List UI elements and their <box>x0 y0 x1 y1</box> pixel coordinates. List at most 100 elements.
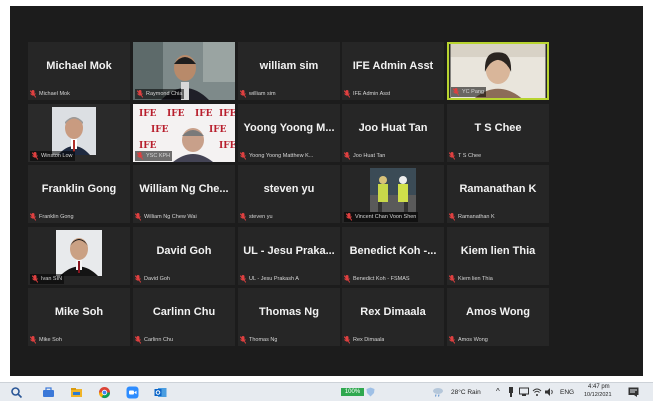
svg-text:IFE: IFE <box>219 141 235 151</box>
weather-text[interactable]: 28°C Rain <box>451 389 481 396</box>
participant-label: william sim <box>240 89 276 99</box>
participant-name: Ramanathan K <box>459 183 537 195</box>
participant-tile[interactable]: william sim william sim <box>238 42 340 100</box>
network-icon[interactable] <box>519 387 529 397</box>
participant-label: Raymond Chia <box>135 89 185 99</box>
file-explorer-icon[interactable] <box>70 386 83 399</box>
briefcase-icon[interactable] <box>42 386 55 399</box>
participant-label-text: Franklin Gong <box>39 214 74 220</box>
participant-tile[interactable]: IFE IFE IFE IFE IFE IFE IFE IFE YSC KPH <box>133 104 235 162</box>
participant-label: Benedict Koh - FSMAS <box>344 274 410 284</box>
participant-tile[interactable]: IFE Admin Asst IFE Admin Asst <box>342 42 444 100</box>
notification-icon[interactable] <box>628 387 639 397</box>
participant-label: Michael Mok <box>30 89 70 99</box>
participant-label-text: Michael Mok <box>39 91 70 97</box>
rain-cloud-icon <box>433 388 443 397</box>
participant-label: T S Chee <box>449 151 481 161</box>
participant-name: David Goh <box>156 245 212 257</box>
participant-label-text: IFE Admin Asst <box>353 91 391 97</box>
participant-tile[interactable]: Raymond Chia <box>133 42 235 100</box>
volume-icon[interactable] <box>544 387 555 397</box>
chrome-icon[interactable] <box>98 386 111 399</box>
chevron-up-icon[interactable]: ^ <box>496 387 500 396</box>
participant-tile[interactable]: UL - Jesu Praka... UL - Jesu Prakash A <box>238 227 340 285</box>
participant-label-text: Ivan SIN <box>41 276 63 282</box>
search-icon[interactable] <box>10 386 23 399</box>
participant-label: YC Pang <box>451 87 487 97</box>
svg-text:IFE: IFE <box>139 109 157 119</box>
clock-date[interactable]: 10/12/2021 <box>584 392 612 398</box>
shield-icon[interactable] <box>366 387 375 397</box>
participant-label-text: Mike Soh <box>39 337 62 343</box>
svg-text:IFE: IFE <box>151 125 169 135</box>
clock-time[interactable]: 4:47 pm <box>588 384 610 390</box>
participant-tile[interactable]: Kiem lien Thia Kiem lien Thia <box>447 227 549 285</box>
participant-tile[interactable]: Carlinn Chu Carlinn Chu <box>133 288 235 346</box>
svg-text:IFE: IFE <box>209 125 227 135</box>
participant-name: William Ng Che... <box>139 183 229 195</box>
svg-text:IFE: IFE <box>195 109 213 119</box>
participant-label: Carlinn Chu <box>135 335 173 345</box>
participant-tile[interactable]: YC Pang <box>447 42 549 100</box>
participant-tile[interactable]: Yoong Yoong M... Yoong Yoong Matthew K... <box>238 104 340 162</box>
participant-tile[interactable]: Ivan SIN <box>28 227 130 285</box>
battery-indicator[interactable]: 100% <box>341 388 364 396</box>
participant-tile[interactable]: William Ng Che... William Ng Chew Wai <box>133 165 235 223</box>
participant-label: YSC KPH <box>135 151 173 161</box>
participant-tile[interactable]: Vincent Chan Voon Shen <box>342 165 444 223</box>
participant-name: Michael Mok <box>46 60 112 72</box>
participant-label-text: T S Chee <box>458 153 482 159</box>
mic-muted-icon <box>30 213 36 221</box>
participant-label-text: steven yu <box>249 214 273 220</box>
mic-muted-icon <box>135 336 141 344</box>
mic-muted-icon <box>240 336 246 344</box>
participant-name: Mike Soh <box>54 306 104 318</box>
outlook-icon[interactable] <box>154 386 167 399</box>
participant-name: Rex Dimaala <box>360 306 426 318</box>
participant-name: william sim <box>259 60 319 72</box>
participant-label: Thomas Ng <box>240 335 277 345</box>
mic-muted-icon <box>240 152 246 160</box>
participant-name: Thomas Ng <box>259 306 319 318</box>
participant-label-text: YC Pang <box>462 89 485 95</box>
svg-text:IFE: IFE <box>167 109 185 119</box>
participant-label: David Goh <box>135 274 170 284</box>
zoom-icon[interactable] <box>126 386 139 399</box>
participant-label: William Ng Chew Wai <box>135 212 197 222</box>
participant-tile[interactable]: Michael Mok Michael Mok <box>28 42 130 100</box>
mic-muted-icon <box>32 152 38 160</box>
language-indicator[interactable]: ENG <box>560 389 574 396</box>
participant-tile[interactable]: David Goh David Goh <box>133 227 235 285</box>
participant-tile[interactable]: Rex Dimaala Rex Dimaala <box>342 288 444 346</box>
battery-label: 100% <box>344 389 361 395</box>
participant-label: Yoong Yoong Matthew K... <box>240 151 313 161</box>
wifi-icon[interactable] <box>532 387 542 397</box>
mic-muted-icon <box>344 152 350 160</box>
mic-muted-icon <box>453 88 459 96</box>
mic-muted-icon <box>240 275 246 283</box>
participant-label: Mike Soh <box>30 335 62 345</box>
participant-tile[interactable]: Franklin Gong Franklin Gong <box>28 165 130 223</box>
participant-tile[interactable]: Benedict Koh -... Benedict Koh - FSMAS <box>342 227 444 285</box>
participant-tile[interactable]: Ramanathan K Ramanathan K <box>447 165 549 223</box>
participant-tile[interactable]: Joo Huat Tan Joo Huat Tan <box>342 104 444 162</box>
participant-tile[interactable]: Thomas Ng Thomas Ng <box>238 288 340 346</box>
participant-label: Ivan SIN <box>30 274 65 284</box>
mic-muted-icon <box>137 152 143 160</box>
usb-device-icon[interactable] <box>508 387 514 397</box>
mic-muted-icon <box>135 275 141 283</box>
participant-tile[interactable]: steven yu steven yu <box>238 165 340 223</box>
mic-muted-icon <box>240 213 246 221</box>
participant-name: Benedict Koh -... <box>349 245 437 257</box>
participant-tile[interactable]: Winston Low <box>28 104 130 162</box>
participant-label-text: William Ng Chew Wai <box>144 214 197 220</box>
participant-label-text: David Goh <box>144 276 170 282</box>
participant-label: Franklin Gong <box>30 212 74 222</box>
participant-label: Joo Huat Tan <box>344 151 385 161</box>
participant-tile[interactable]: Mike Soh Mike Soh <box>28 288 130 346</box>
participant-label-text: UL - Jesu Prakash A <box>249 276 299 282</box>
mic-muted-icon <box>30 90 36 98</box>
mic-muted-icon <box>135 213 141 221</box>
participant-tile[interactable]: Amos Wong Amos Wong <box>447 288 549 346</box>
participant-tile[interactable]: T S Chee T S Chee <box>447 104 549 162</box>
